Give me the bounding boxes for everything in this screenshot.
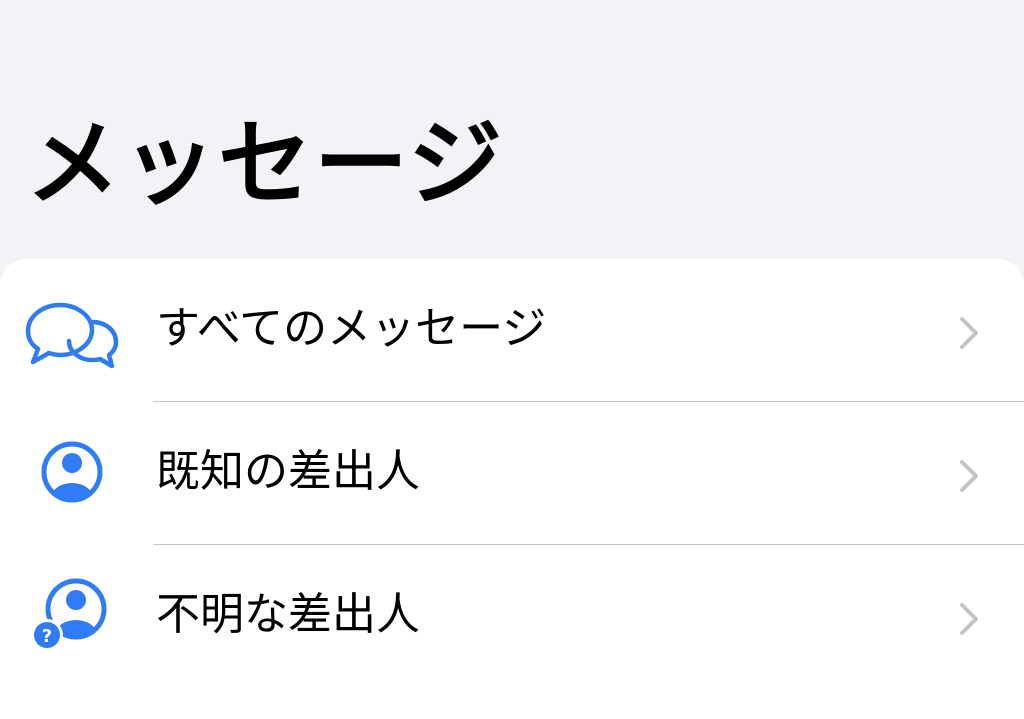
- speech-bubbles-icon: [20, 289, 130, 369]
- page-title: メッセージ: [26, 110, 505, 219]
- row-label: すべてのメッセージ: [156, 303, 547, 354]
- person-question-icon: ?: [20, 575, 130, 655]
- row-label: 既知の差出人: [156, 446, 420, 497]
- person-circle-icon: [20, 432, 130, 512]
- list-item-all-messages[interactable]: すべてのメッセージ: [0, 259, 1024, 401]
- row-label: 不明な差出人: [156, 589, 420, 640]
- filter-list: すべてのメッセージ 既知の差出人 ? 不明な差出人: [0, 259, 1024, 719]
- chevron-right-icon: [958, 599, 982, 639]
- chevron-right-icon: [958, 456, 982, 496]
- list-item-known-senders[interactable]: 既知の差出人: [0, 402, 1024, 544]
- chevron-right-icon: [958, 313, 982, 353]
- list-item-unknown-senders[interactable]: ? 不明な差出人: [0, 545, 1024, 687]
- svg-text:?: ?: [42, 626, 52, 647]
